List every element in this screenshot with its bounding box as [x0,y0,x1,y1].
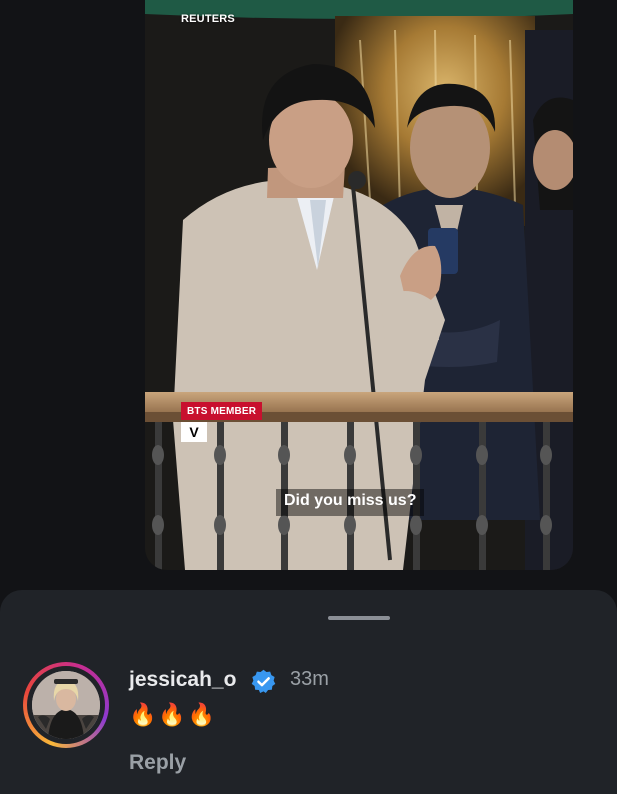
reply-button[interactable]: Reply [129,751,186,775]
avatar-story-ring[interactable] [23,662,109,748]
drag-handle[interactable] [328,616,390,620]
video-frame-image [145,0,573,570]
lower-third-name: V [181,422,207,442]
video-post[interactable]: REUTERS BTS MEMBER V Did you miss us? [145,0,573,570]
comments-sheet: jessicah_o 33m 🔥🔥🔥 Reply [0,590,617,794]
comment-username[interactable]: jessicah_o [129,668,236,692]
lower-third-tag: BTS MEMBER [181,402,263,420]
verified-badge-icon [251,669,276,693]
news-brand-label: REUTERS [181,13,235,25]
comment-timestamp: 33m [290,668,329,690]
avatar [32,671,100,739]
lower-third: BTS MEMBER V [181,401,263,442]
comment-text: 🔥🔥🔥 [129,703,218,728]
video-subtitle: Did you miss us? [276,489,425,516]
